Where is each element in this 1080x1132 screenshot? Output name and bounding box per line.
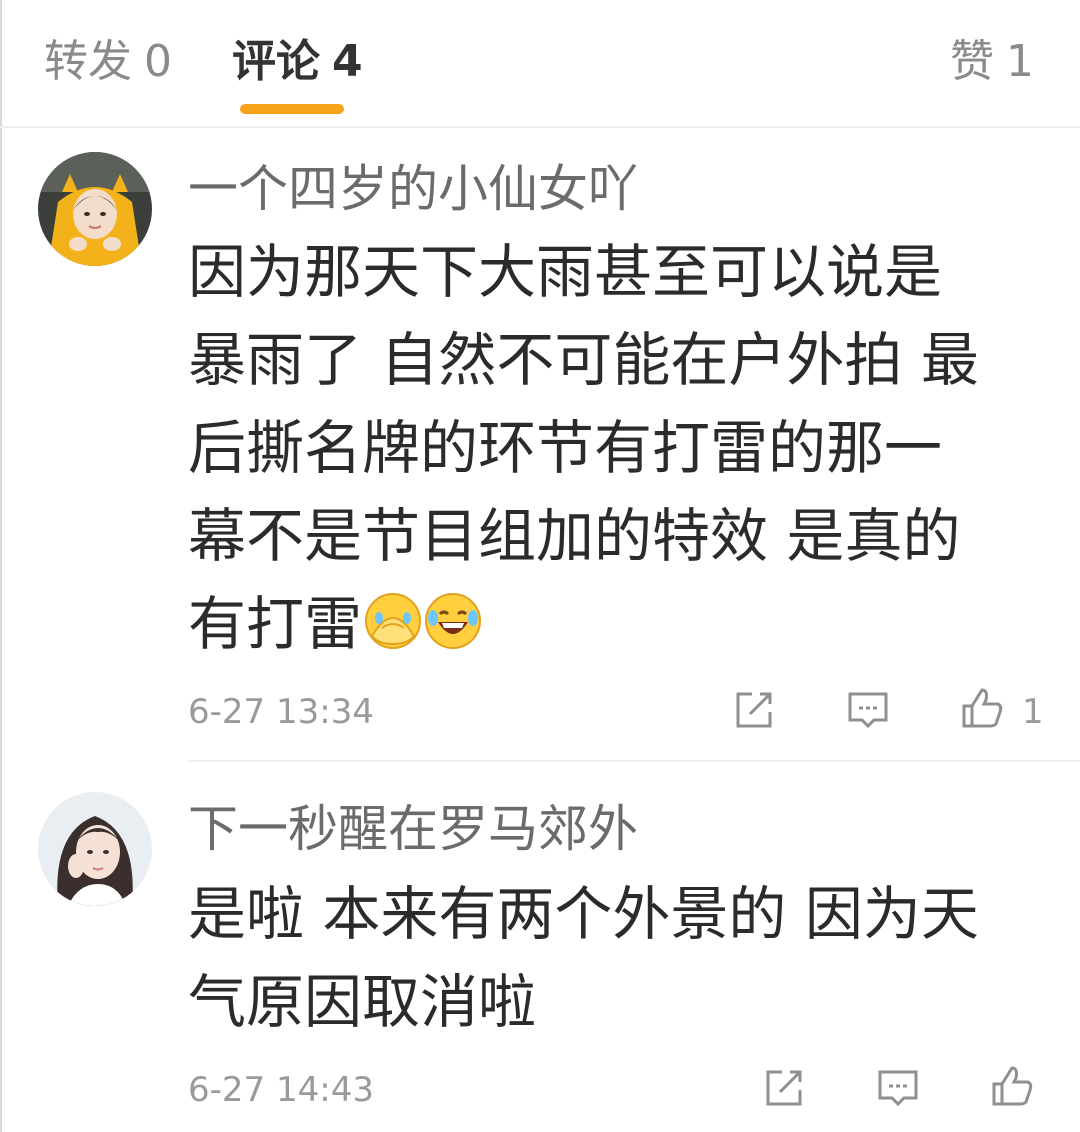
like-icon [962,688,1003,728]
comment-timestamp: 6-27 14:43 [188,1070,374,1110]
laughing-tears-emoji-icon [425,593,482,649]
avatar[interactable] [38,152,152,266]
comment-line: 有打雷 [188,590,363,658]
comment-line: 是啦 本来有两个外景的 因为天 [188,880,979,948]
comment-line: 幕不是节目组加的特效 是真的 [188,502,961,570]
repost-icon [736,692,772,728]
like-button[interactable] [958,684,1006,732]
tab-comments-label: 评论 [232,36,320,87]
tab-repost[interactable]: 转发 0 [44,32,172,92]
comment-body: 是啦 本来有两个外景的 因为天 气原因取消啦 [188,870,1038,1046]
tab-repost-label: 转发 [44,36,132,87]
active-tab-indicator [240,104,344,114]
repost-button[interactable] [730,686,778,734]
comment-line: 后撕名牌的环节有打雷的那一 [188,414,943,482]
like-button[interactable] [988,1062,1036,1110]
tab-likes[interactable]: 赞1 [950,32,1034,92]
comment-item: 下一秒醒在罗马郊外 是啦 本来有两个外景的 因为天 气原因取消啦 6-27 14… [0,762,1080,1132]
avatar[interactable] [38,792,152,906]
comment-line: 因为那天下大雨甚至可以说是 [188,238,943,306]
repost-icon [766,1070,802,1106]
tab-comments[interactable]: 评论 4 [232,32,363,92]
facepalm-emoji-icon [365,593,422,649]
tab-repost-count: 0 [144,36,172,87]
reply-button[interactable] [844,686,892,734]
comment-username[interactable]: 一个四岁的小仙女吖 [188,158,638,220]
reply-button[interactable] [874,1064,922,1112]
like-count: 1 [1022,692,1044,732]
comment-line: 暴雨了 自然不可能在户外拍 最 [188,326,979,394]
comment-username[interactable]: 下一秒醒在罗马郊外 [188,798,638,860]
comment-timestamp: 6-27 13:34 [188,692,374,732]
tab-comments-count: 4 [332,36,363,87]
reply-icon [878,1070,918,1107]
comment-last-line: 有打雷 [188,580,1038,668]
tab-likes-count: 1 [1006,36,1034,87]
comment-line: 气原因取消啦 [188,968,537,1036]
like-icon [992,1066,1033,1106]
tab-likes-label: 赞 [950,36,994,87]
comment-item: 一个四岁的小仙女吖 因为那天下大雨甚至可以说是 暴雨了 自然不可能在户外拍 最 … [0,126,1080,762]
avatar-image [38,152,152,266]
tab-bar: 转发 0 评论 4 赞1 [0,0,1080,128]
comment-body: 因为那天下大雨甚至可以说是 暴雨了 自然不可能在户外拍 最 后撕名牌的环节有打雷… [188,228,1038,668]
repost-button[interactable] [760,1064,808,1112]
reply-icon [848,692,888,729]
avatar-image [38,792,152,906]
